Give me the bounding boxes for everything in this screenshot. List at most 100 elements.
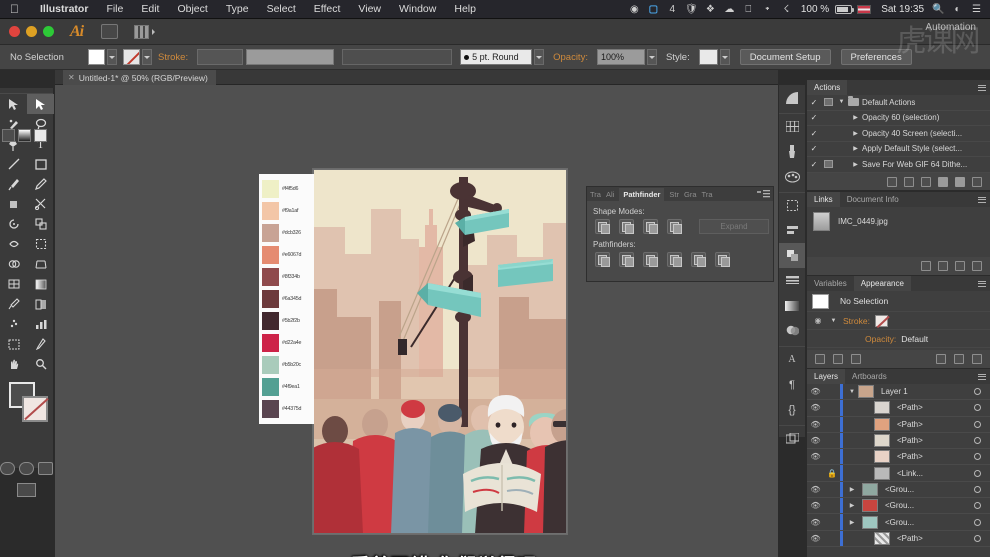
pathfinder-icon[interactable] [779, 243, 805, 268]
mesh-tool[interactable] [0, 274, 27, 294]
appearance-panel[interactable]: Variables Appearance No Selection ◉ ▼ St… [806, 276, 990, 368]
stroke-color-swatch[interactable] [875, 315, 888, 327]
stroke-dropdown-arrow[interactable] [142, 49, 152, 65]
swatch-row[interactable]: #b5b20c [259, 354, 314, 376]
symbol-sprayer-tool[interactable] [0, 314, 27, 334]
intersect-button[interactable] [643, 219, 658, 234]
menu-item-illustrator[interactable]: Illustrator [31, 0, 97, 19]
brush-dropdown-arrow[interactable] [534, 49, 544, 65]
color-guide-icon[interactable] [779, 85, 805, 110]
target-indicator[interactable] [974, 404, 981, 411]
layer-name[interactable]: <Path> [897, 534, 974, 543]
appearance-opacity-row[interactable]: Opacity: Default [807, 330, 990, 348]
layer-row[interactable]: 🔒 <Link... [807, 465, 990, 481]
graphic-style-swatch[interactable] [699, 49, 718, 65]
draw-behind-mode[interactable] [19, 462, 34, 475]
blob-brush-tool[interactable] [0, 194, 27, 214]
gradient-icon[interactable] [779, 293, 805, 318]
notification-center-icon[interactable]: ☰ [967, 0, 986, 19]
layer-name[interactable]: <Link... [897, 469, 974, 478]
add-new-fill-icon[interactable] [833, 354, 843, 364]
symbols-icon[interactable]: {} [779, 397, 805, 422]
eye-icon[interactable]: 👁 [807, 452, 824, 461]
direct-selection-tool[interactable] [27, 94, 54, 114]
links-panel[interactable]: Links Document Info IMC_0449.jpg [806, 192, 990, 275]
merge-button[interactable] [643, 252, 658, 267]
swatch-chip[interactable] [262, 246, 279, 264]
battery-icon[interactable] [835, 5, 852, 14]
swatch-chip[interactable] [262, 202, 279, 220]
artboards-icon[interactable] [779, 426, 805, 451]
tab-align[interactable]: Ali [606, 190, 614, 199]
swatch-row[interactable]: #5b2f2b [259, 310, 314, 332]
clock[interactable]: Sat 19:35 [876, 4, 929, 15]
delete-item-icon[interactable] [972, 354, 982, 364]
document-tab[interactable]: ✕ Untitled-1* @ 50% (RGB/Preview) [63, 70, 216, 85]
rotate-tool[interactable] [0, 214, 27, 234]
column-graph-tool[interactable] [27, 314, 54, 334]
divide-button[interactable] [595, 252, 610, 267]
gradient-button[interactable] [18, 129, 31, 142]
swatches-icon[interactable] [779, 114, 805, 139]
tab-transform[interactable]: Tra [590, 190, 601, 199]
swatch-row[interactable]: #6a345d [259, 288, 314, 310]
arrange-documents-icon[interactable] [134, 25, 149, 39]
exclude-button[interactable] [667, 219, 682, 234]
minimize-window-button[interactable] [26, 26, 37, 37]
chevron-right-icon[interactable]: ▶ [849, 130, 862, 137]
swatch-row[interactable]: #44375d [259, 398, 314, 420]
menu-item-effect[interactable]: Effect [305, 0, 350, 19]
stroke-weight-dropdown[interactable] [246, 49, 334, 65]
target-indicator[interactable] [974, 453, 981, 460]
swatch-row[interactable]: #f4f5d6 [259, 178, 314, 200]
menu-item-type[interactable]: Type [217, 0, 258, 19]
swatch-row[interactable]: #f9a1af [259, 200, 314, 222]
action-row[interactable]: ✓ ▶ Opacity 40 Screen (selecti... [807, 126, 990, 142]
bluetooth-icon[interactable]: ᛭ [758, 0, 777, 19]
swatch-chip[interactable] [262, 312, 279, 330]
blend-tool[interactable] [27, 294, 54, 314]
tab-appearance[interactable]: Appearance [854, 276, 911, 291]
tab-pathfinder[interactable]: Pathfinder [619, 188, 664, 201]
chevron-down-icon[interactable] [152, 29, 155, 35]
dropbox-icon[interactable]: ❖ [701, 0, 720, 19]
add-new-stroke-icon[interactable] [815, 354, 825, 364]
brushes-icon[interactable] [779, 139, 805, 164]
tab-variables[interactable]: Variables [807, 276, 854, 291]
duplicate-item-icon[interactable] [954, 354, 964, 364]
scale-tool[interactable] [27, 214, 54, 234]
none-button[interactable] [34, 129, 47, 142]
menu-item-file[interactable]: File [97, 0, 132, 19]
close-icon[interactable]: ✕ [68, 73, 75, 82]
layer-row[interactable]: 👁 ▼ Layer 1 [807, 384, 990, 400]
record-icon[interactable] [904, 177, 914, 187]
layer-row[interactable]: 👁 <Path> [807, 417, 990, 433]
draw-inside-mode[interactable] [38, 462, 53, 475]
document-canvas[interactable]: #f4f5d6 #f9a1af #dcb326 #e6067d #8f334b … [55, 85, 778, 557]
cloud-icon[interactable]: ☁ [720, 0, 739, 19]
layers-panel[interactable]: Layers Artboards 👁 ▼ Layer 1 👁 <Path> [806, 369, 990, 557]
actions-panel[interactable]: Actions ✓ ▼ Default Actions ✓ ▶ Opacity … [806, 80, 990, 190]
menu-item-select[interactable]: Select [258, 0, 305, 19]
eye-icon[interactable]: 👁 [807, 403, 824, 412]
tab-layers[interactable]: Layers [807, 369, 845, 384]
eye-icon[interactable]: 👁 [807, 518, 824, 527]
eye-icon[interactable]: 👁 [807, 387, 824, 396]
airplay-icon[interactable]: ⎕ [739, 0, 758, 19]
layer-name[interactable]: <Path> [897, 452, 974, 461]
selection-tool[interactable] [0, 94, 27, 114]
eye-icon[interactable]: 👁 [807, 534, 824, 543]
target-indicator[interactable] [974, 486, 981, 493]
shape-builder-tool[interactable] [0, 254, 27, 274]
chevron-down-icon[interactable]: ▼ [846, 389, 858, 395]
brush-definition-dropdown[interactable]: 5 pt. Round [460, 49, 532, 65]
paintbrush-tool[interactable] [0, 174, 27, 194]
outline-button[interactable] [691, 252, 706, 267]
chevron-right-icon[interactable]: ▶ [849, 114, 862, 121]
layer-name[interactable]: <Path> [897, 436, 974, 445]
action-toggle-icon[interactable]: ✓ [807, 160, 821, 169]
preferences-button[interactable]: Preferences [841, 49, 912, 65]
panel-options-icon[interactable] [978, 197, 986, 203]
transparency-icon[interactable] [779, 318, 805, 343]
chevron-down-icon[interactable]: ▼ [829, 318, 838, 324]
